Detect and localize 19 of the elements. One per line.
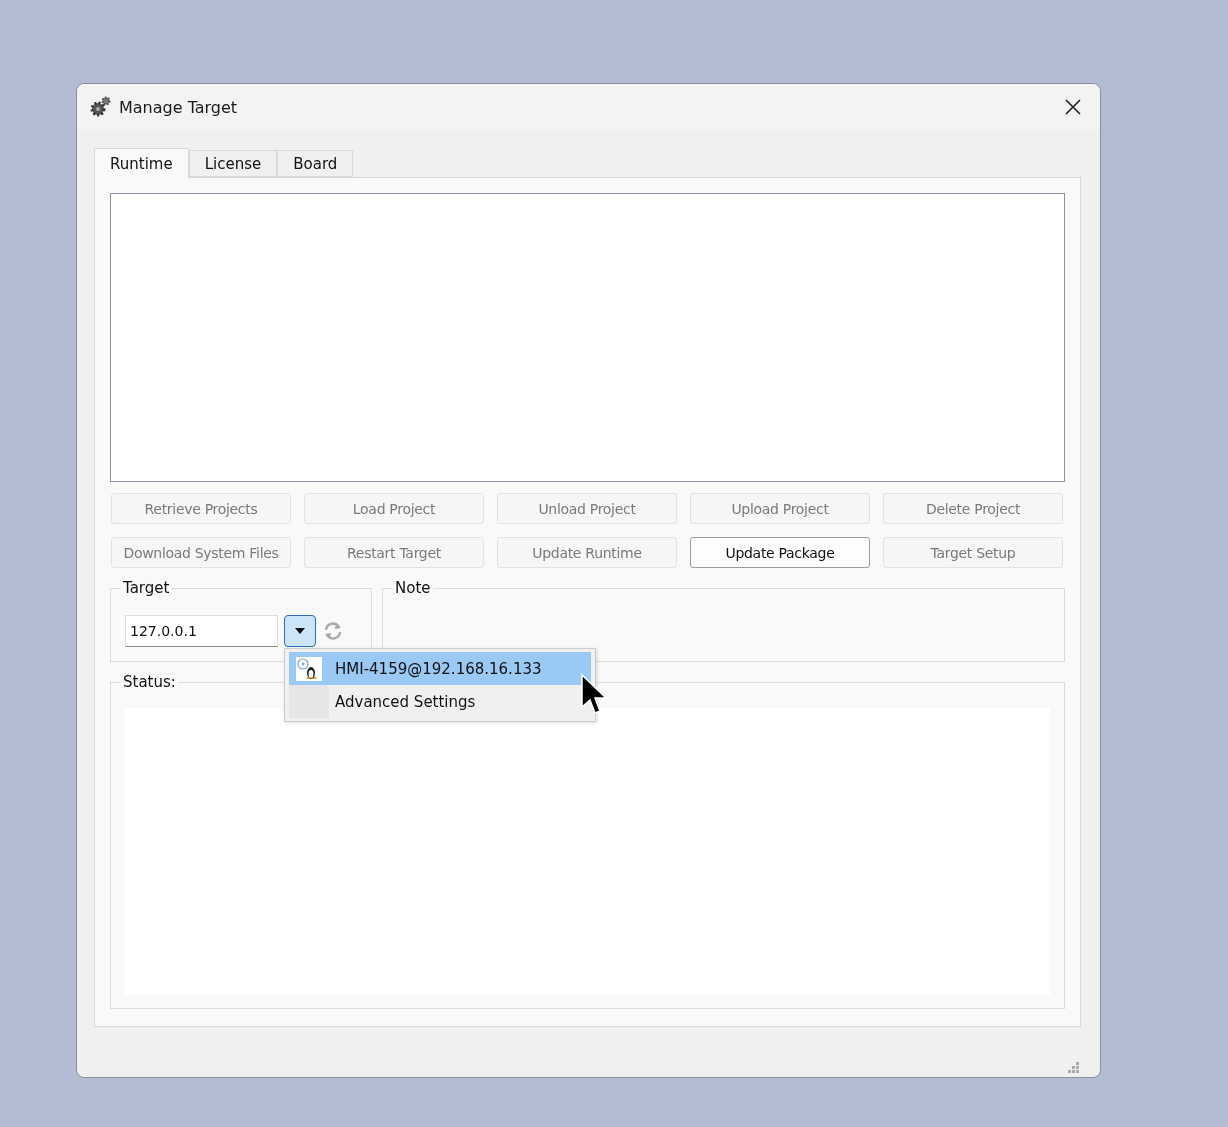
resize-grip-icon[interactable] [1068,1062,1080,1074]
group-label: Target [121,579,172,597]
target-address-field[interactable]: 127.0.0.1 [125,615,278,647]
mouse-pointer-icon [580,673,608,717]
close-icon [1064,98,1082,116]
tab[interactable]: Runtime [94,148,189,178]
device-icon [296,656,322,681]
tab[interactable]: License [188,150,278,177]
action-button[interactable]: Update Package [690,537,870,568]
menu-item-label: Advanced Settings [335,692,476,711]
caret-icon [295,628,305,634]
refresh-icon[interactable] [322,620,344,642]
gears-icon [89,96,111,118]
menu-item[interactable]: HMI-4159@192.168.16.133 [289,652,591,685]
menu-item-label: HMI-4159@192.168.16.133 [335,659,542,678]
dropdown-button[interactable] [284,615,316,647]
menu-item[interactable]: Advanced Settings [289,685,591,718]
window-title: Manage Target [119,97,239,117]
tab[interactable]: Board [277,150,354,177]
